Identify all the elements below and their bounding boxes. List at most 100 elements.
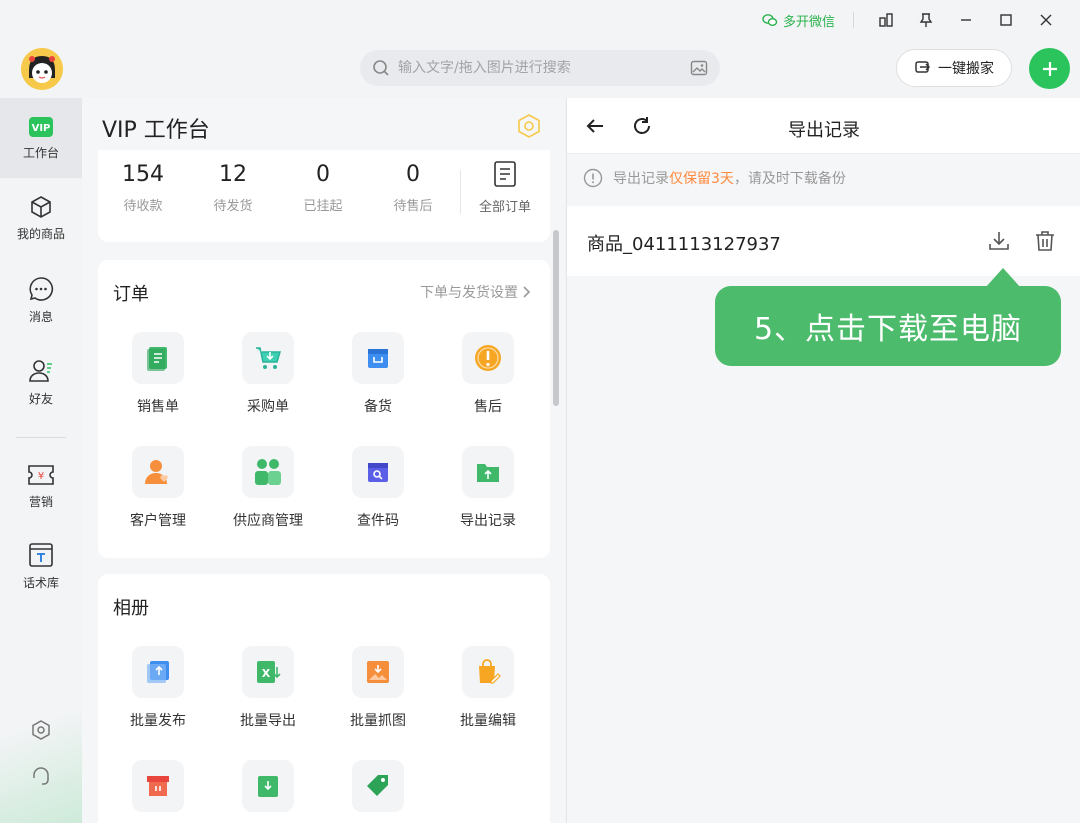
sidebar-item-marketing[interactable]: ¥ 营销 [0, 446, 82, 526]
workbench-panel: VIP 工作台 154 待收款 12 待发货 0 已挂起 0 待售后 全部订单 … [82, 98, 565, 823]
grid-item-label: 供应商管理 [233, 513, 303, 529]
excel-export-icon: X [257, 661, 281, 683]
batch-capture-tile [352, 646, 404, 698]
chevron-right-icon [523, 286, 531, 298]
avatar-face-icon [21, 48, 63, 90]
more-2-tile [242, 760, 294, 812]
one-click-move-label: 一键搬家 [938, 61, 994, 77]
search-bar[interactable] [360, 50, 720, 86]
archive-box-icon [147, 776, 169, 796]
order-stats-card: 154 待收款 12 待发货 0 已挂起 0 待售后 全部订单 [98, 150, 550, 242]
grid-item-batch-publish[interactable]: 批量发布 [108, 646, 208, 730]
pin-button[interactable] [906, 5, 946, 35]
grid-item-batch-export[interactable]: X 批量导出 [218, 646, 318, 730]
grid-item-export-records[interactable]: 导出记录 [438, 446, 538, 530]
avatar[interactable] [21, 48, 63, 90]
stat-pending-shipment[interactable]: 12 待发货 [198, 162, 268, 214]
grid-item-purchase-order[interactable]: 采购单 [218, 332, 318, 416]
stat-pending-aftersale[interactable]: 0 待售后 [378, 162, 448, 214]
grid-item-supplier-management[interactable]: 供应商管理 [218, 446, 318, 530]
more-3-tile [352, 760, 404, 812]
titlebar-separator [853, 12, 854, 28]
export-records-header: 导出记录 [567, 98, 1080, 154]
sidebar-item-messages[interactable]: 消息 [0, 260, 82, 340]
grid-item-label: 客户管理 [130, 513, 186, 529]
svg-text:X: X [262, 667, 271, 680]
close-button[interactable] [1026, 5, 1066, 35]
stat-pending-payment[interactable]: 154 待收款 [108, 162, 178, 214]
supplier-management-tile [242, 446, 294, 498]
sidebar-item-script-library[interactable]: 话术库 [0, 526, 82, 606]
search-input[interactable] [398, 60, 690, 76]
retention-notice-text: 导出记录仅保留3天，请及时下载备份 [613, 168, 846, 188]
one-click-move-button[interactable]: 一键搬家 [896, 49, 1012, 87]
grid-item-more-2[interactable] [218, 760, 318, 812]
svg-text:VIP: VIP [32, 123, 51, 134]
order-shipping-settings-link[interactable]: 下单与发货设置 [420, 282, 532, 302]
minimize-button[interactable] [946, 5, 986, 35]
stat-number: 0 [316, 162, 330, 187]
close-icon [1040, 14, 1052, 26]
stock-box-icon [368, 349, 388, 368]
all-orders-button[interactable]: 全部订单 [470, 160, 540, 215]
order-shipping-settings-label: 下单与发货设置 [420, 285, 518, 301]
grid-item-stock-up[interactable]: 备货 [328, 332, 428, 416]
maximize-icon [1000, 14, 1012, 26]
customer-management-tile [132, 446, 184, 498]
download-hint-tooltip: 5、点击下载至电脑 [715, 268, 1061, 366]
export-record-row[interactable]: 商品_0411113127937 [567, 206, 1080, 276]
retention-notice: 导出记录仅保留3天，请及时下载备份 [583, 168, 846, 188]
export-records-panel: 导出记录 导出记录仅保留3天，请及时下载备份 商品_0411113127937 … [566, 98, 1080, 823]
sidebar-item-friends[interactable]: 好友 [0, 342, 82, 422]
export-records-title: 导出记录 [788, 120, 860, 141]
purchase-order-tile [242, 332, 294, 384]
orders-card: 订单 下单与发货设置 销售单 采购单 备货 售后 客户管理 供应商管理 查件码 … [98, 260, 550, 558]
grid-item-sales-order[interactable]: 销售单 [108, 332, 208, 416]
workbench-scrollbar[interactable] [553, 230, 559, 406]
grid-item-tracking-code[interactable]: 查件码 [328, 446, 428, 530]
grid-item-customer-management[interactable]: 客户管理 [108, 446, 208, 530]
title-bar: 多开微信 [0, 0, 1080, 40]
add-button[interactable] [1029, 48, 1070, 89]
batch-export-tile: X [242, 646, 294, 698]
grid-item-label: 批量抓图 [350, 713, 406, 729]
search-icon [373, 60, 389, 76]
settings-icon[interactable] [30, 719, 52, 741]
image-search-icon[interactable] [690, 59, 708, 77]
all-orders-label: 全部订单 [478, 200, 531, 215]
album-card-title: 相册 [113, 598, 149, 619]
maximize-button[interactable] [986, 5, 1026, 35]
grid-item-more-3[interactable] [328, 760, 428, 812]
sidebar-item-label: 消息 [28, 309, 53, 324]
notice-highlight: 仅保留3天 [669, 171, 734, 187]
upload-image-icon [147, 661, 169, 683]
trash-icon[interactable] [1033, 229, 1057, 253]
pin-icon [919, 13, 933, 27]
stat-suspended[interactable]: 0 已挂起 [288, 162, 358, 214]
box-icon [31, 195, 51, 218]
layout-button[interactable] [866, 5, 906, 35]
grid-item-batch-edit[interactable]: 批量编辑 [438, 646, 538, 730]
grid-item-aftersale[interactable]: 售后 [438, 332, 538, 416]
batch-publish-tile [132, 646, 184, 698]
customer-icon [145, 460, 168, 484]
grid-item-label: 批量导出 [240, 713, 296, 729]
stats-separator [460, 170, 461, 214]
grid-item-more-1[interactable] [108, 760, 208, 812]
grid-item-label: 查件码 [357, 513, 399, 529]
sidebar-item-workbench[interactable]: VIP 工作台 [0, 98, 82, 178]
cart-icon [256, 347, 282, 369]
stat-label: 待售后 [393, 199, 433, 214]
multi-wechat-button[interactable]: 多开微信 [762, 11, 835, 30]
grid-item-label: 采购单 [247, 399, 289, 415]
export-folder-icon [477, 464, 499, 482]
sidebar-item-my-products[interactable]: 我的商品 [0, 178, 82, 258]
sidebar-decoration [0, 683, 82, 823]
grid-item-batch-capture[interactable]: 批量抓图 [328, 646, 428, 730]
hexagon-settings-icon[interactable] [516, 113, 542, 139]
tracking-code-tile [352, 446, 404, 498]
stat-number: 154 [122, 162, 164, 187]
chat-icon [29, 276, 54, 301]
headset-icon[interactable] [30, 765, 52, 787]
download-icon[interactable] [987, 229, 1011, 253]
